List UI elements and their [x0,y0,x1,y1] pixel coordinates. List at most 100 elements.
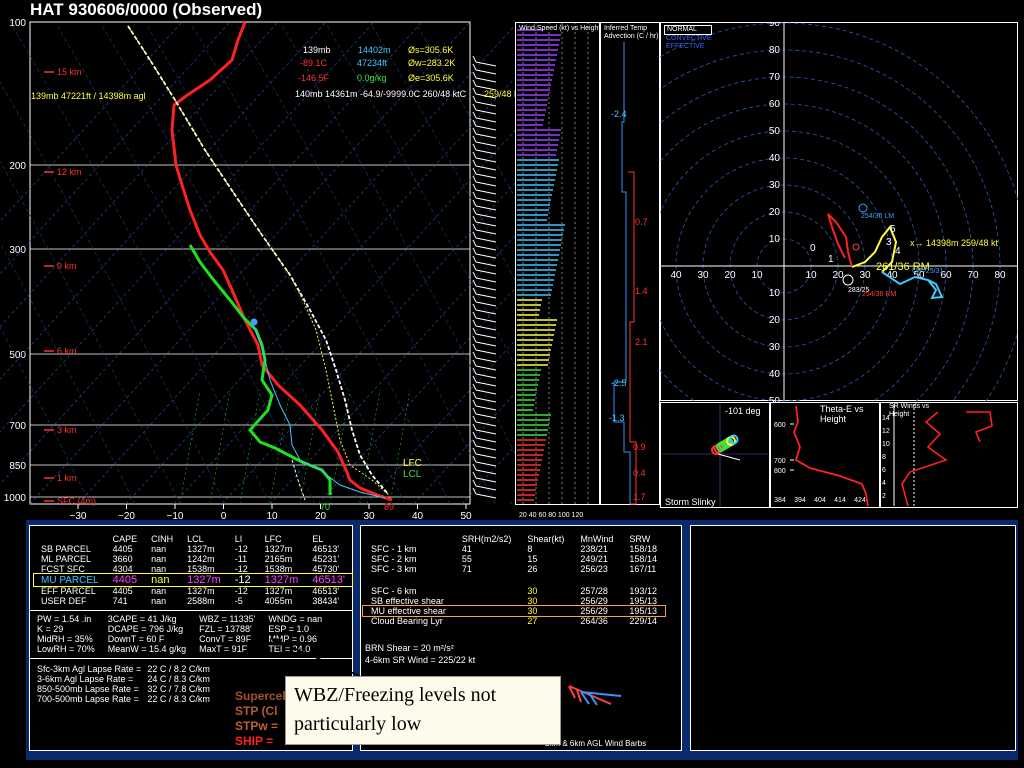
legend-normal[interactable]: NORMAL [664,25,712,35]
wind-speed-xticks: 20 40 60 80 100 120 [519,512,584,519]
kinematic-col-header: MnWind [580,534,614,544]
readout-thetae: Øe=305.6K [408,73,454,83]
parcel-row[interactable]: USER DEF 741 nan 2588m -5 4055m 38434' [34,596,352,606]
readout-thetaw: Øw=283.2K [408,58,456,68]
parcel-cell: 1327m [187,544,215,554]
parcel-cell: nan [151,574,170,586]
lfc-label: LFC [403,458,422,469]
hodo-xtick: 30 [697,270,709,281]
wind-barb-flag [472,143,477,151]
kinematic-cell: 257/28 [580,586,608,596]
storm-slinky-chart [660,402,770,508]
hodo-height-number: 3 [886,237,892,248]
kinematic-row[interactable]: MU effective shear 30 256/29 195/13 [362,605,666,617]
wind-barb-flag [472,383,477,391]
height-label: 12 km [57,167,82,177]
theta-e-ytick: 600 [774,422,786,429]
wind-barb [475,389,497,395]
wind-barb-flag [472,95,477,103]
wind-barb-flag [472,255,477,263]
sr-ytick: 12 [882,428,890,435]
lapse-rate-row: 700-500mb Lapse Rate = 22 C / 8.3 C/km [34,694,213,704]
lapse-rate-row: 850-500mb Lapse Rate = 32 C / 7.8 C/km [34,684,213,694]
wind-barb [475,125,497,131]
parcel-cell: 4405 [112,586,133,596]
wind-barb-flag [472,271,477,279]
parcel-row[interactable]: MU PARCEL 4405 nan 1327m -12 1327m 46513' [32,573,354,587]
kinematic-row[interactable]: SFC - 2 km 55 15 249/21 158/14 [363,554,665,564]
lapse-rate-cell: 32 C / 7.8 C/km [147,684,210,694]
parcel-col-header [34,534,106,544]
pressure-tick: 850 [9,461,26,472]
parcel-table: CAPE CINH LCL LI LFC EL SB PARCEL 4405 nan 1327m… [32,534,354,606]
wind-barb [475,277,497,283]
hodo-ytick: 80 [769,45,781,56]
wind-barb-flag [472,391,477,399]
parcel-cell: 2165m [264,554,293,564]
wind-barb [475,253,497,259]
kinematic-cell: 229/14 [629,616,657,626]
readout-height: 14402m [358,45,391,55]
sr-ytick: 8 [882,454,886,461]
advection-label: -2.4 [611,109,627,119]
parcel-row[interactable]: EFF PARCEL 4405 nan 1327m -12 1327m 46513' [34,586,352,596]
wind-barb [475,397,497,403]
parcel-row[interactable]: FCST SFC 4304 nan 1538m -12 1538m 45730' [34,564,352,574]
wind-barb [475,413,497,419]
parcel-row[interactable]: ML PARCEL 3660 nan 1242m -11 2165m 45231' [34,554,352,564]
lapse-rate-cell: 3-6km Agl Lapse Rate = [37,674,134,684]
hodo-ytick: 20 [769,207,781,218]
advection-label: 1.7 [633,492,646,502]
parcel-cell: nan [151,544,167,554]
kinematic-cell: 249/21 [580,554,608,564]
wind-barb-flag [472,103,477,111]
parcel-col-header: EL [312,534,324,544]
kinematic-row[interactable]: SB effective shear 30 256/29 195/13 [363,596,665,606]
hodo-ytick: 20 [769,315,781,326]
parcel-col-header: CINH [151,534,174,544]
wind-barb [475,405,497,411]
hodo-ytick: 40 [769,369,781,380]
parcel-row[interactable]: SB PARCEL 4405 nan 1327m -12 1327m 46513' [34,544,352,554]
readout-left-label: 139mb 47221ft / 14398m agl [31,91,146,101]
thermo-index-cell: WNDG = nan [268,614,323,624]
kinematic-cell: 193/12 [629,586,657,596]
kinematic-cell: SFC - 6 km [371,586,417,596]
wind-barb [475,77,497,83]
wind-barb-flag [472,367,477,375]
kinematic-cell: 238/21 [580,544,608,554]
lapse-rate-row: Sfc-3km Agl Lapse Rate = 22 C / 8.2 C/km [34,664,213,674]
wind-barb-flag [472,375,477,383]
slinky-deg: -101 deg [725,406,761,416]
kinematic-col-header: Shear(kt) [527,534,565,544]
kinematic-row[interactable] [363,574,665,586]
legend-convective[interactable]: CONVECTIVE [664,35,714,43]
wind-barb [475,69,497,75]
parcel-cell: ML PARCEL [41,554,92,564]
legend-effective[interactable]: EFFECTIVE [664,43,714,51]
hodo-ytick: 70 [769,72,781,83]
hodo-annotation: 254/36 RM [862,291,897,298]
composite-indices: Supercell STP (Cl STPw = SHIP = [235,689,289,749]
kinematic-row[interactable]: SFC - 6 km 30 257/28 193/12 [363,586,665,596]
wind-barb [475,317,497,323]
wind-barb-flag [472,79,477,87]
kinematic-cell [572,574,621,586]
hodo-ytick: 30 [769,342,781,353]
wind-barb [475,485,497,491]
parcel-cell: 1327m [264,574,299,586]
wind-barb [475,429,497,435]
wind-barb [475,141,497,147]
hodo-xtick: 10 [805,270,817,281]
kinematic-row[interactable]: Cloud Bearing Lyr 27 264/36 229/14 [363,616,665,626]
height-label: SFC (4m) [57,496,96,506]
kinematic-row[interactable]: SFC - 3 km 71 26 256/23 167/11 [363,564,665,574]
kinematic-row[interactable]: SFC - 1 km 41 8 238/21 158/18 [363,544,665,554]
parcel-cell: 1538m [187,564,215,574]
thermo-index-row: PW = 1.54 .in 3CAPE = 41 J/kg WBZ = 11335'… [34,614,332,624]
kinematic-cell: 256/23 [580,564,608,574]
parcel-cell: 46513' [312,586,340,596]
wind-barb [475,205,497,211]
hodo-annotation: 254/36 LM [861,213,895,220]
wind-barb [475,261,497,267]
